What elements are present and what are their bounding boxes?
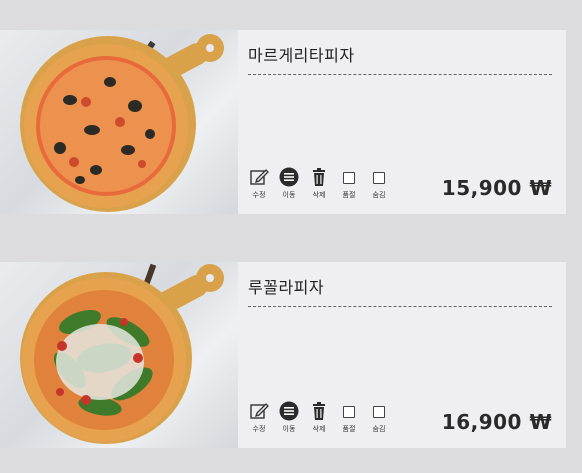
soldout-checkbox[interactable] [343,406,355,418]
action-bar: 수정 이동 삭제 품절 숨김 [246,167,392,200]
menu-info: 루꼴라피자 수정 이동 삭제 품절 숨김 16,900 ₩ [238,262,566,448]
delete-button[interactable]: 삭제 [306,401,332,434]
move-icon [279,167,299,187]
soldout-checkbox[interactable] [343,172,355,184]
edit-button[interactable]: 수정 [246,167,272,200]
menu-price: 15,900 ₩ [441,176,552,200]
menu-name: 마르게리타피자 [248,46,355,65]
delete-label: 삭제 [312,191,326,199]
edit-icon [250,403,269,419]
soldout-toggle[interactable]: 품절 [336,167,362,200]
move-button[interactable]: 이동 [276,167,302,200]
hide-label: 숨김 [372,191,386,199]
pizza-photo [0,30,238,214]
soldout-label: 품절 [342,191,356,199]
divider [248,306,552,307]
pizza-photo [0,262,238,448]
edit-label: 수정 [252,191,266,199]
menu-info: 마르게리타피자 수정 이동 삭제 품절 숨김 15,900 ₩ [238,30,566,214]
pizza-arugula-icon [20,263,224,444]
move-label: 이동 [282,191,296,199]
menu-card: 루꼴라피자 수정 이동 삭제 품절 숨김 16,900 ₩ [0,262,566,448]
soldout-toggle[interactable]: 품절 [336,401,362,434]
edit-label: 수정 [252,425,266,433]
hide-toggle[interactable]: 숨김 [366,167,392,200]
hide-checkbox[interactable] [373,406,385,418]
move-button[interactable]: 이동 [276,401,302,434]
hide-checkbox[interactable] [373,172,385,184]
menu-price: 16,900 ₩ [441,410,552,434]
hide-toggle[interactable]: 숨김 [366,401,392,434]
menu-name: 루꼴라피자 [248,278,325,297]
pizza-margherita-icon [20,34,224,212]
hide-label: 숨김 [372,425,386,433]
divider [248,74,552,75]
edit-button[interactable]: 수정 [246,401,272,434]
action-bar: 수정 이동 삭제 품절 숨김 [246,401,392,434]
soldout-label: 품절 [342,425,356,433]
trash-icon [313,402,325,420]
move-label: 이동 [282,425,296,433]
delete-label: 삭제 [312,425,326,433]
move-icon [279,401,299,421]
menu-card: 마르게리타피자 수정 이동 삭제 품절 숨김 15,900 ₩ [0,30,566,214]
delete-button[interactable]: 삭제 [306,167,332,200]
edit-icon [250,169,269,185]
trash-icon [313,168,325,186]
